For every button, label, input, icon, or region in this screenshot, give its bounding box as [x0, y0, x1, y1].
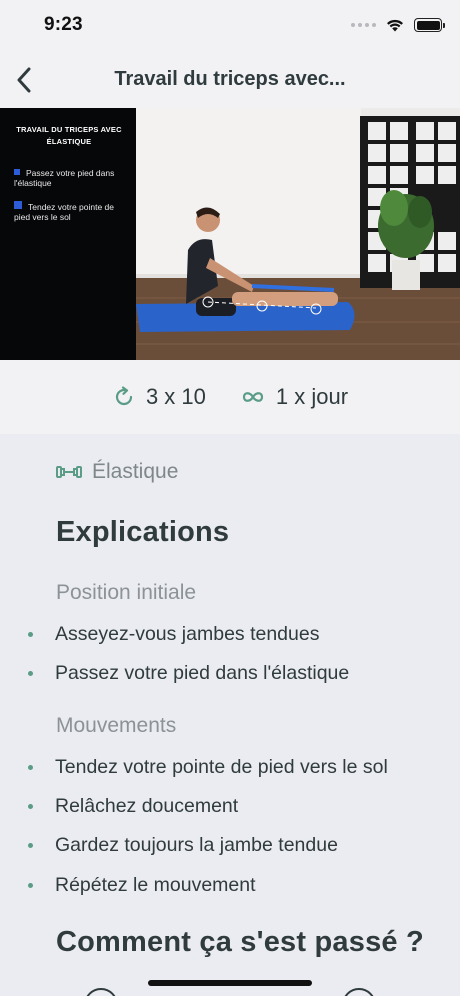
equipment-tag: Élastique [56, 460, 178, 484]
bullet-dot [28, 804, 33, 809]
explications-heading: Explications [56, 516, 230, 548]
repeat-icon [115, 386, 133, 406]
cellular-signal-icon [351, 23, 376, 27]
list-item: Tendez votre pointe de pied vers le sol [28, 756, 388, 779]
frequency-stat: 1 x jour [240, 384, 348, 410]
video-step: Passez votre pied dans l'élastique [14, 168, 132, 188]
exercise-stats: 3 x 10 1 x jour [0, 360, 460, 434]
square-bullet-icon [14, 169, 20, 175]
list-item-label: Répétez le mouvement [55, 874, 256, 896]
dumbbell-icon [56, 466, 82, 478]
square-bullet-icon [14, 201, 22, 209]
page-title: Travail du triceps avec... [114, 68, 346, 90]
equipment-label: Élastique [92, 460, 179, 483]
list-item: Passez votre pied dans l'élastique [28, 662, 349, 685]
home-indicator [148, 980, 312, 986]
frequency-value: 1 x jour [275, 384, 349, 409]
list-item-label: Tendez votre pointe de pied vers le sol [55, 756, 388, 778]
video-step: Tendez votre pointe de pied vers le sol [14, 201, 132, 222]
list-item: Répétez le mouvement [28, 874, 256, 897]
video-instruction-panel: Travail du triceps avec élastique Passez… [0, 108, 136, 360]
navigation-bar: Travail du triceps avec... [0, 52, 460, 108]
wifi-icon [387, 19, 403, 32]
movements-heading: Mouvements [56, 714, 177, 737]
list-item-label: Asseyez-vous jambes tendues [55, 623, 320, 645]
video-title: Travail du triceps avec élastique [16, 125, 122, 146]
status-time: 9:23 [44, 14, 83, 35]
exercise-video[interactable]: Travail du triceps avec élastique Passez… [0, 108, 460, 360]
list-item-label: Relâchez doucement [55, 795, 239, 817]
video-frame [136, 108, 460, 360]
bullet-dot [28, 632, 33, 637]
infinity-loop-icon [242, 392, 263, 402]
bullet-dot [28, 843, 33, 848]
video-step-label: Passez votre pied dans l'élastique [14, 168, 115, 188]
list-item-label: Passez votre pied dans l'élastique [55, 662, 350, 684]
status-bar: 9:23 [0, 0, 460, 52]
repetitions-stat: 3 x 10 [112, 384, 206, 410]
bullet-dot [28, 671, 33, 676]
battery-icon [414, 18, 445, 32]
bullet-dot [28, 765, 33, 770]
feedback-option[interactable] [84, 988, 118, 996]
feedback-option[interactable] [342, 988, 376, 996]
status-icons [351, 18, 445, 32]
bullet-dot [28, 883, 33, 888]
video-step-label: Tendez votre pointe de pied vers le sol [14, 202, 115, 222]
list-item: Gardez toujours la jambe tendue [28, 834, 338, 857]
feedback-heading: Comment ça s'est passé ? [56, 926, 424, 958]
list-item-label: Gardez toujours la jambe tendue [55, 834, 338, 856]
initial-position-heading: Position initiale [56, 581, 197, 604]
list-item: Asseyez-vous jambes tendues [28, 623, 319, 646]
repetitions-value: 3 x 10 [145, 384, 206, 409]
list-item: Relâchez doucement [28, 795, 238, 818]
